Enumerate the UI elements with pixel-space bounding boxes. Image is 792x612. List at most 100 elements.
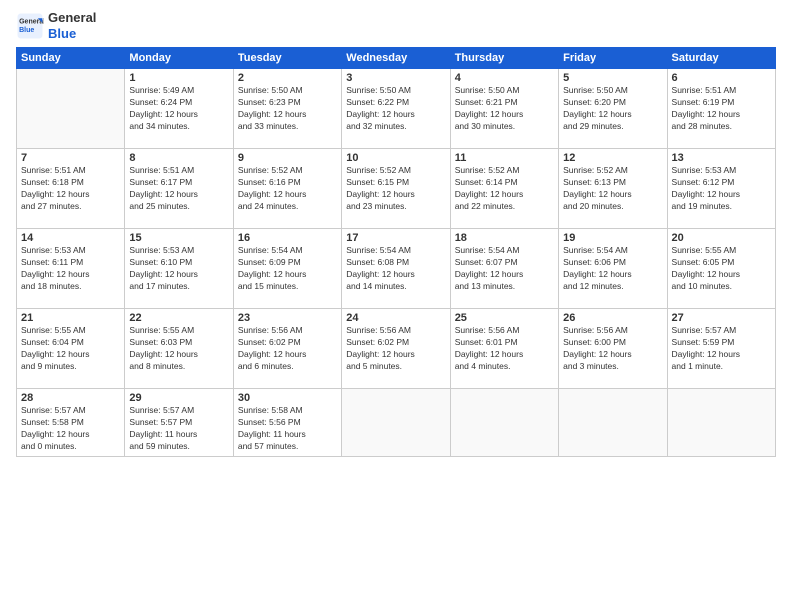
calendar-cell: 20Sunrise: 5:55 AMSunset: 6:05 PMDayligh… xyxy=(667,229,775,309)
calendar-cell: 11Sunrise: 5:52 AMSunset: 6:14 PMDayligh… xyxy=(450,149,558,229)
day-info: Sunrise: 5:55 AMSunset: 6:03 PMDaylight:… xyxy=(129,325,228,373)
header-sunday: Sunday xyxy=(17,48,125,69)
header-thursday: Thursday xyxy=(450,48,558,69)
day-number: 26 xyxy=(563,312,662,324)
calendar-cell: 1Sunrise: 5:49 AMSunset: 6:24 PMDaylight… xyxy=(125,69,233,149)
day-info: Sunrise: 5:54 AMSunset: 6:07 PMDaylight:… xyxy=(455,245,554,293)
calendar-cell: 9Sunrise: 5:52 AMSunset: 6:16 PMDaylight… xyxy=(233,149,341,229)
day-info: Sunrise: 5:57 AMSunset: 5:58 PMDaylight:… xyxy=(21,405,120,453)
header-saturday: Saturday xyxy=(667,48,775,69)
day-number: 1 xyxy=(129,72,228,84)
calendar-cell xyxy=(17,69,125,149)
day-info: Sunrise: 5:53 AMSunset: 6:10 PMDaylight:… xyxy=(129,245,228,293)
logo-text: General Blue xyxy=(48,10,96,41)
day-info: Sunrise: 5:50 AMSunset: 6:21 PMDaylight:… xyxy=(455,85,554,133)
calendar-cell: 18Sunrise: 5:54 AMSunset: 6:07 PMDayligh… xyxy=(450,229,558,309)
day-number: 9 xyxy=(238,152,337,164)
day-number: 7 xyxy=(21,152,120,164)
day-info: Sunrise: 5:51 AMSunset: 6:18 PMDaylight:… xyxy=(21,165,120,213)
calendar-cell: 22Sunrise: 5:55 AMSunset: 6:03 PMDayligh… xyxy=(125,309,233,389)
day-info: Sunrise: 5:55 AMSunset: 6:05 PMDaylight:… xyxy=(672,245,771,293)
day-number: 16 xyxy=(238,232,337,244)
day-info: Sunrise: 5:51 AMSunset: 6:17 PMDaylight:… xyxy=(129,165,228,213)
calendar-cell: 12Sunrise: 5:52 AMSunset: 6:13 PMDayligh… xyxy=(559,149,667,229)
day-number: 29 xyxy=(129,392,228,404)
header-wednesday: Wednesday xyxy=(342,48,450,69)
day-info: Sunrise: 5:50 AMSunset: 6:22 PMDaylight:… xyxy=(346,85,445,133)
day-number: 17 xyxy=(346,232,445,244)
calendar-cell: 15Sunrise: 5:53 AMSunset: 6:10 PMDayligh… xyxy=(125,229,233,309)
day-info: Sunrise: 5:57 AMSunset: 5:59 PMDaylight:… xyxy=(672,325,771,373)
day-info: Sunrise: 5:54 AMSunset: 6:09 PMDaylight:… xyxy=(238,245,337,293)
day-number: 24 xyxy=(346,312,445,324)
day-info: Sunrise: 5:49 AMSunset: 6:24 PMDaylight:… xyxy=(129,85,228,133)
day-info: Sunrise: 5:57 AMSunset: 5:57 PMDaylight:… xyxy=(129,405,228,453)
calendar-cell: 27Sunrise: 5:57 AMSunset: 5:59 PMDayligh… xyxy=(667,309,775,389)
calendar-cell: 7Sunrise: 5:51 AMSunset: 6:18 PMDaylight… xyxy=(17,149,125,229)
header-monday: Monday xyxy=(125,48,233,69)
calendar-cell: 29Sunrise: 5:57 AMSunset: 5:57 PMDayligh… xyxy=(125,389,233,457)
day-info: Sunrise: 5:54 AMSunset: 6:08 PMDaylight:… xyxy=(346,245,445,293)
day-number: 8 xyxy=(129,152,228,164)
day-info: Sunrise: 5:52 AMSunset: 6:14 PMDaylight:… xyxy=(455,165,554,213)
header-tuesday: Tuesday xyxy=(233,48,341,69)
day-number: 5 xyxy=(563,72,662,84)
calendar-cell: 14Sunrise: 5:53 AMSunset: 6:11 PMDayligh… xyxy=(17,229,125,309)
day-info: Sunrise: 5:58 AMSunset: 5:56 PMDaylight:… xyxy=(238,405,337,453)
day-info: Sunrise: 5:52 AMSunset: 6:15 PMDaylight:… xyxy=(346,165,445,213)
day-number: 3 xyxy=(346,72,445,84)
day-number: 4 xyxy=(455,72,554,84)
day-info: Sunrise: 5:50 AMSunset: 6:23 PMDaylight:… xyxy=(238,85,337,133)
day-number: 21 xyxy=(21,312,120,324)
day-info: Sunrise: 5:52 AMSunset: 6:16 PMDaylight:… xyxy=(238,165,337,213)
calendar-cell: 6Sunrise: 5:51 AMSunset: 6:19 PMDaylight… xyxy=(667,69,775,149)
day-number: 27 xyxy=(672,312,771,324)
day-number: 25 xyxy=(455,312,554,324)
day-number: 28 xyxy=(21,392,120,404)
calendar-cell: 17Sunrise: 5:54 AMSunset: 6:08 PMDayligh… xyxy=(342,229,450,309)
day-number: 11 xyxy=(455,152,554,164)
day-info: Sunrise: 5:55 AMSunset: 6:04 PMDaylight:… xyxy=(21,325,120,373)
logo: General Blue General Blue xyxy=(16,10,96,41)
calendar: Sunday Monday Tuesday Wednesday Thursday… xyxy=(16,47,776,457)
day-number: 15 xyxy=(129,232,228,244)
calendar-cell: 28Sunrise: 5:57 AMSunset: 5:58 PMDayligh… xyxy=(17,389,125,457)
day-info: Sunrise: 5:56 AMSunset: 6:01 PMDaylight:… xyxy=(455,325,554,373)
calendar-cell: 16Sunrise: 5:54 AMSunset: 6:09 PMDayligh… xyxy=(233,229,341,309)
day-info: Sunrise: 5:51 AMSunset: 6:19 PMDaylight:… xyxy=(672,85,771,133)
calendar-cell xyxy=(667,389,775,457)
day-info: Sunrise: 5:53 AMSunset: 6:12 PMDaylight:… xyxy=(672,165,771,213)
day-number: 23 xyxy=(238,312,337,324)
day-number: 12 xyxy=(563,152,662,164)
day-number: 14 xyxy=(21,232,120,244)
svg-text:Blue: Blue xyxy=(19,27,34,34)
day-number: 30 xyxy=(238,392,337,404)
header-friday: Friday xyxy=(559,48,667,69)
day-number: 2 xyxy=(238,72,337,84)
day-number: 6 xyxy=(672,72,771,84)
day-info: Sunrise: 5:52 AMSunset: 6:13 PMDaylight:… xyxy=(563,165,662,213)
day-number: 10 xyxy=(346,152,445,164)
calendar-cell: 24Sunrise: 5:56 AMSunset: 6:02 PMDayligh… xyxy=(342,309,450,389)
calendar-cell: 13Sunrise: 5:53 AMSunset: 6:12 PMDayligh… xyxy=(667,149,775,229)
day-info: Sunrise: 5:56 AMSunset: 6:02 PMDaylight:… xyxy=(238,325,337,373)
day-number: 20 xyxy=(672,232,771,244)
calendar-cell xyxy=(450,389,558,457)
calendar-cell xyxy=(559,389,667,457)
calendar-cell: 10Sunrise: 5:52 AMSunset: 6:15 PMDayligh… xyxy=(342,149,450,229)
day-info: Sunrise: 5:54 AMSunset: 6:06 PMDaylight:… xyxy=(563,245,662,293)
calendar-cell: 30Sunrise: 5:58 AMSunset: 5:56 PMDayligh… xyxy=(233,389,341,457)
calendar-cell: 26Sunrise: 5:56 AMSunset: 6:00 PMDayligh… xyxy=(559,309,667,389)
calendar-cell: 8Sunrise: 5:51 AMSunset: 6:17 PMDaylight… xyxy=(125,149,233,229)
logo-icon: General Blue xyxy=(16,12,44,40)
calendar-cell: 5Sunrise: 5:50 AMSunset: 6:20 PMDaylight… xyxy=(559,69,667,149)
calendar-cell: 25Sunrise: 5:56 AMSunset: 6:01 PMDayligh… xyxy=(450,309,558,389)
day-info: Sunrise: 5:56 AMSunset: 6:00 PMDaylight:… xyxy=(563,325,662,373)
day-number: 18 xyxy=(455,232,554,244)
calendar-cell xyxy=(342,389,450,457)
day-number: 22 xyxy=(129,312,228,324)
calendar-cell: 4Sunrise: 5:50 AMSunset: 6:21 PMDaylight… xyxy=(450,69,558,149)
day-info: Sunrise: 5:56 AMSunset: 6:02 PMDaylight:… xyxy=(346,325,445,373)
day-number: 19 xyxy=(563,232,662,244)
calendar-cell: 23Sunrise: 5:56 AMSunset: 6:02 PMDayligh… xyxy=(233,309,341,389)
